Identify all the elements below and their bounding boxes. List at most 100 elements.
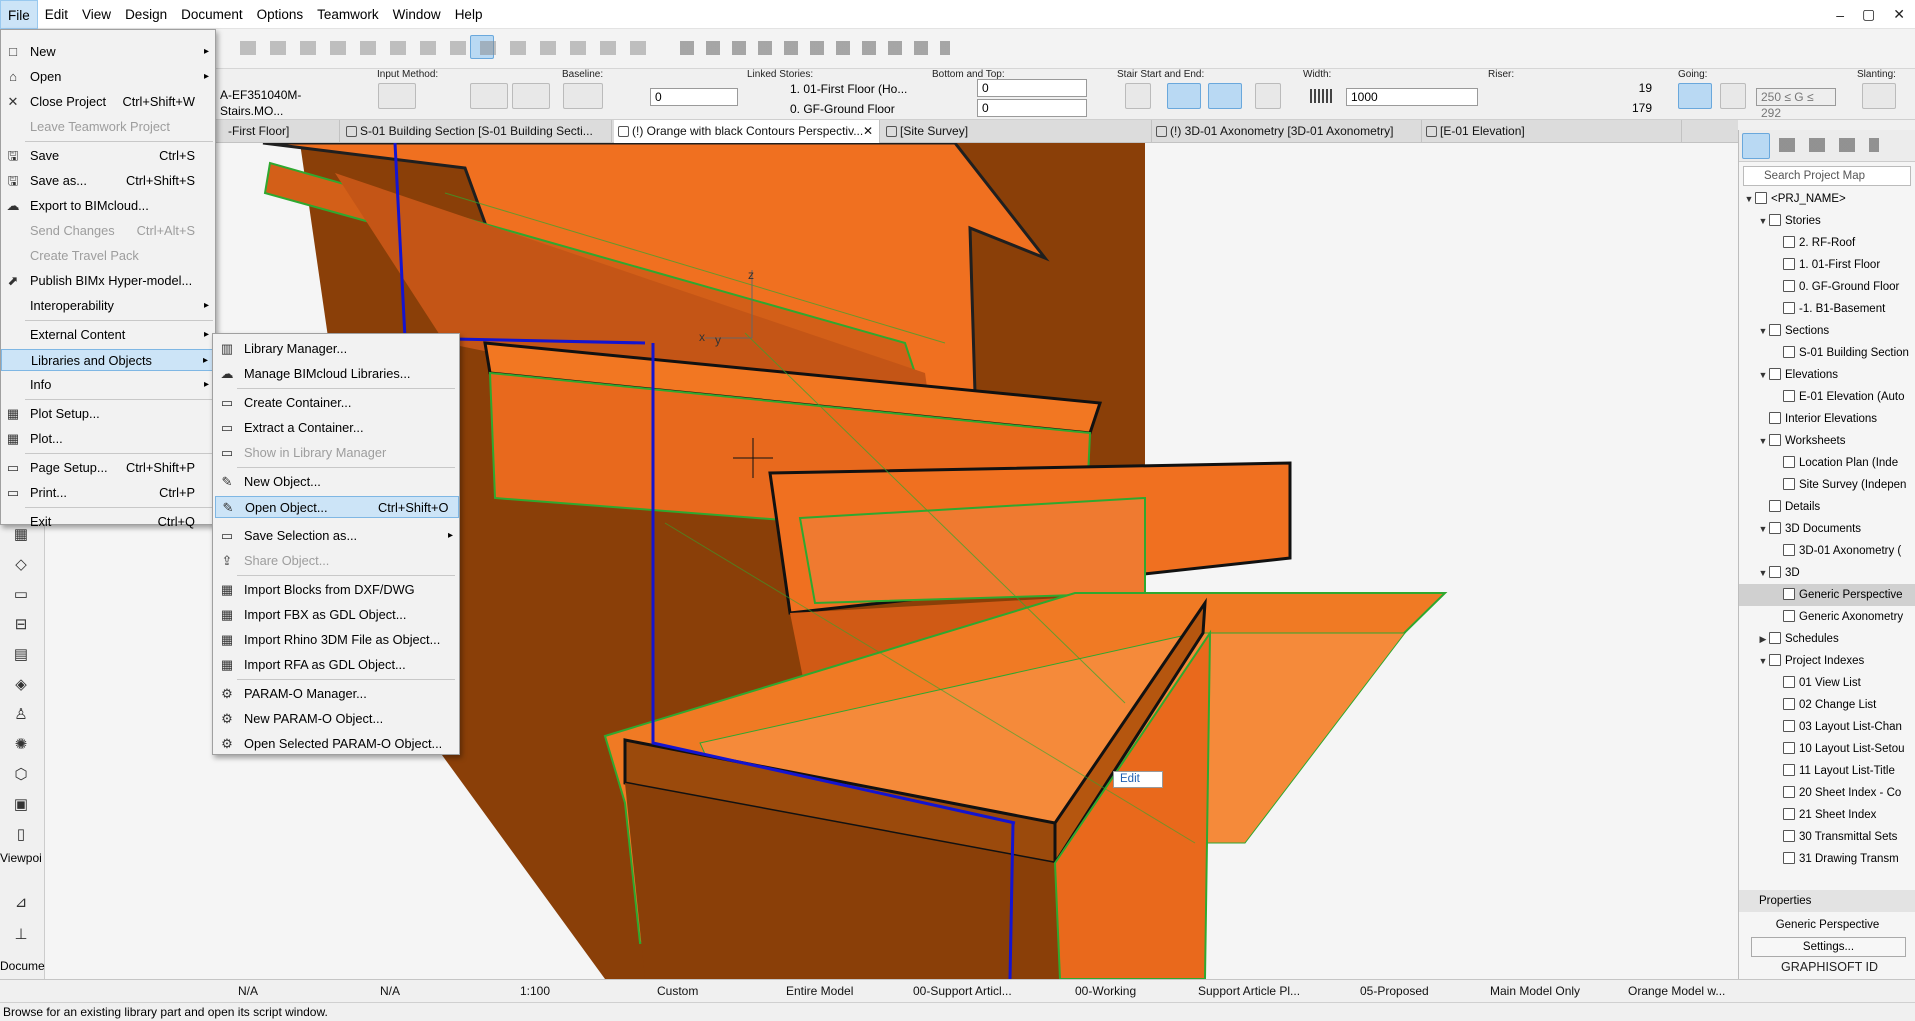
dimension-standard[interactable]: 00-Working bbox=[1075, 980, 1136, 1003]
project-map-item[interactable]: ▼ <PRJ_NAME> bbox=[1739, 188, 1915, 210]
zone-tool-icon[interactable]: ▣ bbox=[8, 793, 34, 815]
project-map-item[interactable]: 2. RF-Roof bbox=[1739, 232, 1915, 254]
tab-perspective[interactable]: (!) Orange with black Contours Perspecti… bbox=[614, 120, 880, 143]
chevron-down-icon[interactable]: ▼ bbox=[1757, 364, 1769, 386]
file-menu-item[interactable]: Interoperability ▸ bbox=[1, 295, 215, 317]
project-map-item[interactable]: ▼ 3D Documents bbox=[1739, 518, 1915, 540]
chevron-down-icon[interactable]: ▼ bbox=[1757, 650, 1769, 672]
project-map-search[interactable]: Search Project Map bbox=[1743, 166, 1911, 186]
input-method-l-icon[interactable] bbox=[512, 83, 550, 109]
chevron-down-icon[interactable]: ▼ bbox=[1757, 518, 1769, 540]
project-map-item[interactable]: 31 Drawing Transm bbox=[1739, 848, 1915, 868]
stair-start-selected-icon[interactable] bbox=[1167, 83, 1201, 109]
libraries-menu-item[interactable]: ▦ Import Blocks from DXF/DWG bbox=[215, 579, 459, 601]
chevron-down-icon[interactable]: ▼ bbox=[1757, 320, 1769, 342]
tab-building-section[interactable]: S-01 Building Section [S-01 Building Sec… bbox=[342, 120, 612, 143]
model-view-option[interactable]: Entire Model bbox=[786, 980, 853, 1003]
chevron-down-icon[interactable]: ▼ bbox=[1757, 430, 1769, 452]
graphisoft-id[interactable]: GRAPHISOFT ID bbox=[1781, 960, 1878, 974]
chevron-right-icon[interactable]: ▶ bbox=[1757, 628, 1769, 650]
libraries-menu-item[interactable]: ▭ Extract a Container... bbox=[215, 417, 459, 439]
file-menu-item[interactable]: External Content ▸ bbox=[1, 324, 215, 346]
project-map-item[interactable]: 20 Sheet Index - Co bbox=[1739, 782, 1915, 804]
going-range[interactable]: 250 ≤ G ≤ 292 bbox=[1756, 88, 1836, 120]
project-map-item[interactable]: Location Plan (Inde bbox=[1739, 452, 1915, 474]
libraries-menu-item[interactable]: ⚙ PARAM-O Manager... bbox=[215, 683, 459, 705]
settings-button[interactable]: Settings... bbox=[1751, 937, 1906, 957]
project-map-icon[interactable] bbox=[1742, 133, 1770, 159]
wall-end-tool-icon[interactable]: ▯ bbox=[8, 823, 34, 845]
riser-height[interactable]: 179 bbox=[1624, 101, 1652, 115]
roof-tool-icon[interactable]: ◇ bbox=[8, 553, 34, 575]
project-map-item[interactable]: 0. GF-Ground Floor bbox=[1739, 276, 1915, 298]
file-menu-item[interactable]: ☁ Export to BIMcloud... bbox=[1, 195, 215, 217]
menu-file[interactable]: File bbox=[0, 0, 38, 29]
tab-first-floor[interactable]: -First Floor] bbox=[210, 120, 340, 143]
project-map-item[interactable]: 03 Layout List-Chan bbox=[1739, 716, 1915, 738]
project-map-item[interactable]: Generic Axonometry bbox=[1739, 606, 1915, 628]
file-menu-item[interactable]: ▭ Print... Ctrl+P bbox=[1, 482, 215, 504]
file-menu-item[interactable]: □ New ▸ bbox=[1, 41, 215, 63]
libraries-menu-item[interactable]: ✎ New Object... bbox=[215, 471, 459, 493]
mesh-tool-icon[interactable]: ⬡ bbox=[8, 763, 34, 785]
project-map-item[interactable]: Details bbox=[1739, 496, 1915, 518]
minimize-button[interactable]: – bbox=[1836, 7, 1844, 23]
status-option[interactable]: 05-Proposed bbox=[1360, 980, 1429, 1003]
structural-filter[interactable]: Main Model Only bbox=[1490, 980, 1580, 1003]
width-field[interactable] bbox=[1346, 88, 1478, 106]
shell-tool-icon[interactable]: ▭ bbox=[8, 583, 34, 605]
properties-header[interactable]: Properties bbox=[1739, 890, 1915, 912]
input-method-curved-icon[interactable] bbox=[470, 83, 508, 109]
edit-tools-icons[interactable] bbox=[680, 41, 950, 55]
layer-combination[interactable]: Custom bbox=[657, 980, 698, 1003]
project-map-item[interactable]: ▼ Project Indexes bbox=[1739, 650, 1915, 672]
menu-help[interactable]: Help bbox=[448, 0, 490, 29]
libraries-menu-item[interactable]: ☁ Manage BIMcloud Libraries... bbox=[215, 363, 459, 385]
edit-tooltip[interactable]: Edit bbox=[1113, 771, 1163, 788]
menu-document[interactable]: Document bbox=[174, 0, 250, 29]
baseline-field[interactable] bbox=[650, 88, 738, 106]
lamp-tool-icon[interactable]: ✺ bbox=[8, 733, 34, 755]
bottom-field[interactable] bbox=[977, 79, 1087, 97]
going-settings-icon[interactable] bbox=[1720, 83, 1746, 109]
project-map-item[interactable]: 01 View List bbox=[1739, 672, 1915, 694]
menu-view[interactable]: View bbox=[75, 0, 118, 29]
libraries-menu-item[interactable]: ✎ Open Object... Ctrl+Shift+O bbox=[215, 496, 459, 518]
project-map-item[interactable]: 1. 01-First Floor bbox=[1739, 254, 1915, 276]
project-map-item[interactable]: 21 Sheet Index bbox=[1739, 804, 1915, 826]
linked-story-bottom[interactable]: 0. GF-Ground Floor bbox=[790, 102, 895, 116]
stair-end-selected-icon[interactable] bbox=[1208, 83, 1242, 109]
menu-options[interactable]: Options bbox=[250, 0, 311, 29]
maximize-button[interactable]: ▢ bbox=[1862, 6, 1875, 23]
file-menu-item[interactable]: ▦ Plot... bbox=[1, 428, 215, 450]
input-method-straight-icon[interactable] bbox=[378, 83, 416, 109]
riser-count[interactable]: 19 bbox=[1632, 81, 1652, 95]
file-menu-item[interactable]: ⌂ Open ▸ bbox=[1, 66, 215, 88]
project-map-item[interactable]: ▼ Worksheets bbox=[1739, 430, 1915, 452]
libraries-menu-item[interactable]: ▥ Library Manager... bbox=[215, 338, 459, 360]
libraries-menu-item[interactable]: ▦ Import RFA as GDL Object... bbox=[215, 654, 459, 676]
chevron-down-icon[interactable]: ▼ bbox=[1757, 562, 1769, 584]
file-menu-item[interactable]: Info ▸ bbox=[1, 374, 215, 396]
libraries-menu-item[interactable]: ▭ Create Container... bbox=[215, 392, 459, 414]
project-map-item[interactable]: 10 Layout List-Setou bbox=[1739, 738, 1915, 760]
file-menu-item[interactable]: ✕ Close Project Ctrl+Shift+W bbox=[1, 91, 215, 113]
close-tab-icon[interactable]: ✕ bbox=[863, 120, 873, 143]
dimension-tool-icon[interactable]: ⊥ bbox=[8, 923, 34, 945]
zoom-value-1[interactable]: N/A bbox=[238, 980, 258, 1003]
project-map-item[interactable]: ▶ Schedules bbox=[1739, 628, 1915, 650]
camera-tool-icon[interactable]: ⊿ bbox=[8, 891, 34, 913]
graphic-override[interactable]: Orange Model w... bbox=[1628, 980, 1725, 1003]
object-tool-icon[interactable]: ♙ bbox=[8, 703, 34, 725]
menu-edit[interactable]: Edit bbox=[38, 0, 75, 29]
pen-set[interactable]: 00-Support Articl... bbox=[913, 980, 1012, 1003]
project-map-item[interactable]: Interior Elevations bbox=[1739, 408, 1915, 430]
toolbar-icons[interactable] bbox=[240, 41, 660, 55]
project-map-item[interactable]: S-01 Building Section bbox=[1739, 342, 1915, 364]
libraries-menu-item[interactable]: ⚙ Open Selected PARAM-O Object... bbox=[215, 733, 459, 755]
view-map-icons[interactable] bbox=[1779, 138, 1879, 152]
stair-start-icon[interactable] bbox=[1125, 83, 1151, 109]
file-menu-item[interactable]: Libraries and Objects ▸ bbox=[1, 349, 215, 371]
tab-axonometry[interactable]: (!) 3D-01 Axonometry [3D-01 Axonometry] bbox=[1152, 120, 1422, 143]
element-id[interactable]: A-EF351040M- Stairs.MO... bbox=[216, 87, 366, 118]
